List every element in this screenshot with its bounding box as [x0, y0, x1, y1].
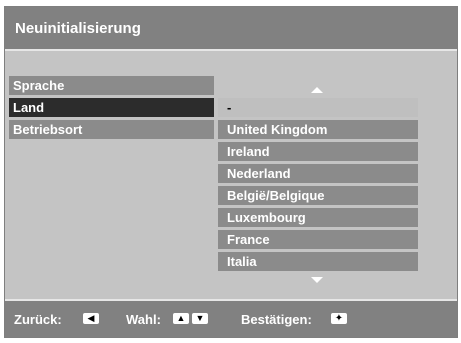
select-label: Wahl:	[126, 312, 161, 327]
country-option[interactable]: Luxembourg	[218, 208, 418, 227]
title-divider	[5, 49, 457, 51]
country-option[interactable]: Italia	[218, 252, 418, 271]
menu-item-betriebsort[interactable]: Betriebsort	[9, 120, 214, 139]
scroll-up-arrow-icon[interactable]	[311, 87, 323, 93]
footer-bar: Zurück: ◀ Wahl: ▲ ▼ Bestätigen: ✦	[5, 301, 457, 337]
page-title: Neuinitialisierung	[15, 20, 141, 37]
title-bar: Neuinitialisierung	[5, 7, 457, 49]
scroll-down-arrow-icon[interactable]	[311, 277, 323, 283]
back-label: Zurück:	[14, 312, 62, 327]
up-arrow-key-icon: ▲	[173, 313, 189, 324]
menu-item-sprache[interactable]: Sprache	[9, 76, 214, 95]
country-option[interactable]: United Kingdom	[218, 120, 418, 139]
down-arrow-key-icon: ▼	[192, 313, 208, 324]
menu-item-label: Sprache	[13, 78, 65, 93]
confirm-label: Bestätigen:	[241, 312, 312, 327]
menu-item-land[interactable]: Land	[9, 98, 214, 117]
four-way-pad-icon: ✦	[331, 313, 347, 324]
country-option[interactable]: Nederland	[218, 164, 418, 183]
country-option[interactable]: Ireland	[218, 142, 418, 161]
menu-item-label: Betriebsort	[13, 122, 83, 137]
country-option[interactable]: -	[218, 98, 418, 117]
setup-panel: Neuinitialisierung Sprache Land Betriebs…	[4, 6, 458, 338]
left-arrow-key-icon: ◀	[83, 313, 99, 324]
menu-item-label: Land	[13, 100, 45, 115]
country-option[interactable]: France	[218, 230, 418, 249]
country-option[interactable]: België/Belgique	[218, 186, 418, 205]
